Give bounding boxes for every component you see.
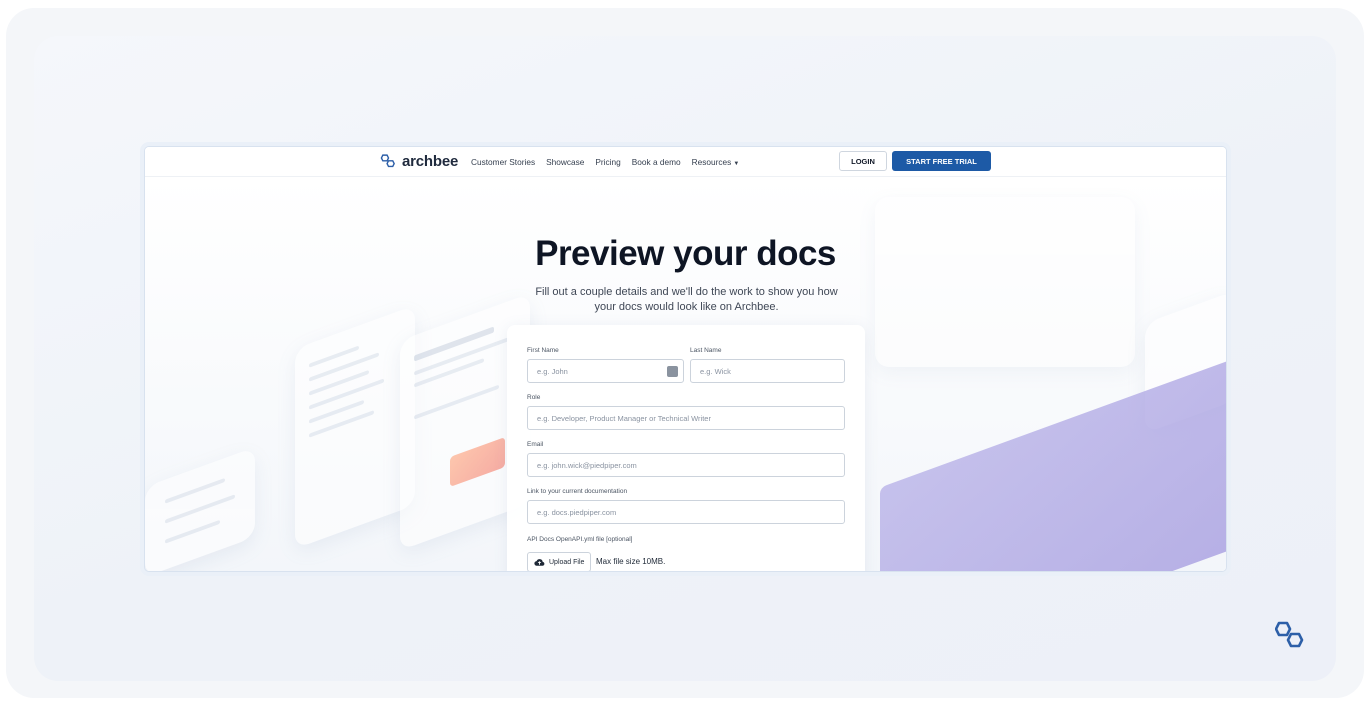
website-screenshot: archbee Customer Stories Showcase Pricin… bbox=[144, 146, 1227, 572]
bg-purple-band bbox=[880, 356, 1226, 571]
role-label: Role bbox=[527, 394, 541, 401]
role-placeholder: e.g. Developer, Product Manager or Techn… bbox=[537, 413, 711, 423]
chevron-down-icon: ▼ bbox=[733, 161, 740, 167]
last-name-placeholder: e.g. Wick bbox=[700, 366, 731, 376]
brand-name: archbee bbox=[402, 153, 459, 170]
api-docs-label: API Docs OpenAPI.yml file [optional] bbox=[527, 536, 633, 543]
start-free-trial-button[interactable]: START FREE TRIAL bbox=[892, 151, 991, 171]
archbee-logo-icon bbox=[380, 154, 395, 168]
id-card-icon bbox=[667, 366, 678, 377]
nav-link-showcase[interactable]: Showcase bbox=[546, 157, 584, 167]
nav-link-book-demo[interactable]: Book a demo bbox=[632, 157, 681, 167]
login-button[interactable]: LOGIN bbox=[839, 151, 887, 171]
page-subtitle: Fill out a couple details and we'll do t… bbox=[535, 286, 838, 313]
brand[interactable]: archbee bbox=[380, 153, 458, 170]
preview-form: First Name e.g. John Last Name e.g. Wick… bbox=[507, 325, 865, 571]
upload-file-label: Upload File bbox=[549, 558, 585, 566]
first-name-input[interactable]: e.g. John bbox=[527, 359, 684, 383]
first-name-placeholder: e.g. John bbox=[537, 366, 568, 376]
email-placeholder: e.g. john.wick@piedpiper.com bbox=[537, 460, 637, 470]
max-file-size-text: Max file size 10MB. bbox=[596, 557, 666, 566]
email-label: Email bbox=[527, 441, 544, 448]
last-name-input[interactable]: e.g. Wick bbox=[690, 359, 845, 383]
docs-link-placeholder: e.g. docs.piedpiper.com bbox=[537, 507, 617, 517]
role-input[interactable]: e.g. Developer, Product Manager or Techn… bbox=[527, 406, 845, 430]
nav-link-resources-label: Resources bbox=[691, 157, 732, 167]
nav-link-resources[interactable]: Resources ▼ bbox=[692, 157, 740, 167]
page-title: Preview your docs bbox=[535, 234, 836, 273]
cloud-upload-icon bbox=[534, 558, 545, 566]
nav-link-customer-stories[interactable]: Customer Stories bbox=[471, 157, 535, 167]
email-input[interactable]: e.g. john.wick@piedpiper.com bbox=[527, 453, 845, 477]
last-name-label: Last Name bbox=[690, 347, 722, 354]
bg-mockup-right-top bbox=[875, 197, 1135, 367]
site-navbar: archbee Customer Stories Showcase Pricin… bbox=[145, 147, 1226, 177]
nav-links: Customer Stories Showcase Pricing Book a… bbox=[471, 157, 739, 167]
docs-link-input[interactable]: e.g. docs.piedpiper.com bbox=[527, 500, 845, 524]
first-name-label: First Name bbox=[527, 347, 559, 354]
docs-link-label: Link to your current documentation bbox=[527, 488, 628, 495]
upload-file-button[interactable]: Upload File bbox=[527, 552, 591, 571]
nav-link-pricing[interactable]: Pricing bbox=[595, 157, 620, 167]
archbee-logo-icon bbox=[1275, 621, 1304, 648]
bg-mockup-left-sidebar bbox=[295, 305, 415, 549]
bg-mockup-left-panel bbox=[145, 446, 255, 571]
